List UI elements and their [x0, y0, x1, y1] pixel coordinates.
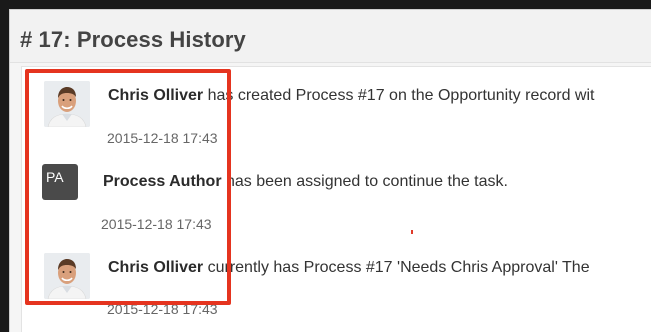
- marker-dot: [411, 230, 413, 234]
- user-avatar-icon: [44, 81, 90, 127]
- history-entry-text: Chris Olliver has created Process #17 on…: [108, 87, 594, 105]
- entry-timestamp: 2015-12-18 17:43: [101, 216, 212, 232]
- history-list[interactable]: Chris Olliver has created Process #17 on…: [21, 66, 651, 332]
- history-entry-text: Process Author has been assigned to cont…: [103, 173, 508, 191]
- history-entry: Chris Olliver has created Process #17 on…: [22, 67, 651, 157]
- history-entry-text: Chris Olliver currently has Process #17 …: [108, 259, 590, 277]
- dialog-header: # 17: Process History: [10, 10, 651, 63]
- history-entry: PA Process Author has been assigned to c…: [22, 157, 651, 247]
- entry-timestamp: 2015-12-18 17:43: [107, 301, 218, 317]
- author-name[interactable]: Chris Olliver: [108, 259, 203, 276]
- author-name[interactable]: Chris Olliver: [108, 87, 203, 104]
- initials-avatar-icon: PA: [42, 164, 78, 200]
- history-entry: Chris Olliver currently has Process #17 …: [22, 247, 651, 332]
- entry-message: has been assigned to continue the task.: [221, 173, 508, 190]
- entry-message: currently has Process #17 'Needs Chris A…: [203, 259, 590, 276]
- dialog-title: # 17: Process History: [20, 27, 246, 52]
- entry-message: has created Process #17 on the Opportuni…: [203, 87, 595, 104]
- process-history-dialog: # 17: Process History Chris Olliver has …: [9, 9, 651, 332]
- user-avatar-icon: [44, 253, 90, 299]
- author-name[interactable]: Process Author: [103, 173, 222, 190]
- entry-timestamp: 2015-12-18 17:43: [107, 130, 218, 146]
- avatar-initials: PA: [46, 169, 64, 185]
